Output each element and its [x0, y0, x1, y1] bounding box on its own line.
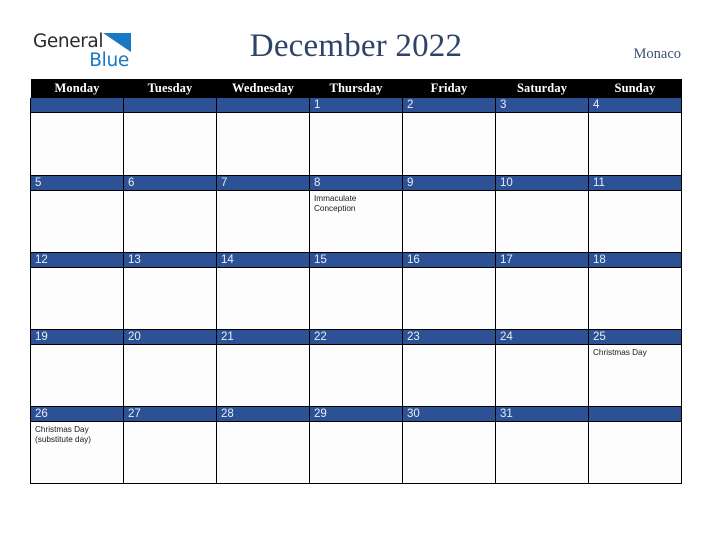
calendar-day-cell[interactable]: [588, 406, 682, 484]
day-number: 21: [217, 329, 309, 345]
calendar-day-cell[interactable]: 8 Immaculate Conception: [309, 175, 403, 253]
page-header: General Blue December 2022 Monaco: [0, 0, 712, 78]
calendar-day-cell[interactable]: 1: [309, 98, 403, 176]
day-number: 29: [310, 406, 402, 422]
calendar-day-cell[interactable]: 27: [123, 406, 217, 484]
region-label: Monaco: [633, 46, 681, 62]
day-number: 2: [403, 98, 495, 113]
calendar-page: General Blue December 2022 Monaco Monday…: [0, 0, 712, 550]
day-number: 11: [589, 175, 681, 191]
day-number: 3: [496, 98, 588, 113]
calendar-day-cell[interactable]: 21: [216, 329, 310, 407]
day-number: 5: [31, 175, 123, 191]
day-number: 18: [589, 252, 681, 268]
weekday-header-thursday: Thursday: [309, 79, 403, 98]
calendar-day-cell[interactable]: 29: [309, 406, 403, 484]
weekday-header-friday: Friday: [402, 79, 496, 98]
day-number: 20: [124, 329, 216, 345]
calendar-day-cell[interactable]: 2: [402, 98, 496, 176]
day-number: 6: [124, 175, 216, 191]
day-number: 31: [496, 406, 588, 422]
calendar-day-cell[interactable]: 31: [495, 406, 589, 484]
day-event-label: Immaculate Conception: [314, 193, 357, 214]
day-number: 24: [496, 329, 588, 345]
calendar-day-cell[interactable]: 10: [495, 175, 589, 253]
weekday-header-wednesday: Wednesday: [216, 79, 310, 98]
day-number: 27: [124, 406, 216, 422]
day-number: 19: [31, 329, 123, 345]
calendar-day-cell[interactable]: 13: [123, 252, 217, 330]
day-number: 25: [589, 329, 681, 345]
calendar-day-cell[interactable]: 26 Christmas Day (substitute day): [30, 406, 124, 484]
calendar-day-cell[interactable]: 20: [123, 329, 217, 407]
day-number: [217, 98, 309, 113]
day-event-label: Christmas Day: [593, 347, 647, 357]
calendar-day-cell[interactable]: 14: [216, 252, 310, 330]
calendar-week-row: 19 20 21 22 23 24 25 Christmas Day: [30, 329, 682, 407]
calendar-day-cell[interactable]: 6: [123, 175, 217, 253]
weekday-header-saturday: Saturday: [495, 79, 589, 98]
calendar-day-cell[interactable]: 9: [402, 175, 496, 253]
calendar-day-cell[interactable]: [30, 98, 124, 176]
day-number: 26: [31, 406, 123, 422]
calendar-day-cell[interactable]: 30: [402, 406, 496, 484]
weekday-header-sunday: Sunday: [588, 79, 682, 98]
day-number: 13: [124, 252, 216, 268]
calendar-day-cell[interactable]: 12: [30, 252, 124, 330]
calendar-day-cell[interactable]: 19: [30, 329, 124, 407]
day-number: 9: [403, 175, 495, 191]
calendar-header-row: Monday Tuesday Wednesday Thursday Friday…: [30, 79, 682, 98]
weekday-header-tuesday: Tuesday: [123, 79, 217, 98]
calendar-day-cell[interactable]: 3: [495, 98, 589, 176]
day-number: [124, 98, 216, 113]
page-title: December 2022: [249, 28, 463, 64]
calendar-week-row: 1234: [30, 98, 682, 176]
day-number: 14: [217, 252, 309, 268]
day-number: 12: [31, 252, 123, 268]
day-number: 4: [589, 98, 681, 113]
calendar-week-row: 12 13 14 15 16 17 18: [30, 252, 682, 330]
day-number: 7: [217, 175, 309, 191]
day-number: [589, 406, 681, 422]
calendar-day-cell[interactable]: 17: [495, 252, 589, 330]
calendar-day-cell[interactable]: 24: [495, 329, 589, 407]
calendar-day-cell[interactable]: 11: [588, 175, 682, 253]
calendar-day-cell[interactable]: [216, 98, 310, 176]
day-number: 30: [403, 406, 495, 422]
day-number: 8: [310, 175, 402, 191]
calendar-day-cell[interactable]: 22: [309, 329, 403, 407]
calendar-week-row: 5 6 7 8 Immaculate Conception 9 10 11: [30, 175, 682, 253]
day-number: 16: [403, 252, 495, 268]
day-number: [31, 98, 123, 113]
calendar-day-cell[interactable]: 16: [402, 252, 496, 330]
day-event-label: Christmas Day (substitute day): [35, 424, 91, 445]
calendar-body: 1 2 3 4 5 6 7 8 Immaculate Conception 9 10 11 12 13 14…: [30, 98, 682, 484]
day-number: 23: [403, 329, 495, 345]
day-number: 1: [310, 98, 402, 113]
day-number: 15: [310, 252, 402, 268]
weekday-header-monday: Monday: [30, 79, 124, 98]
day-number: 22: [310, 329, 402, 345]
calendar-day-cell[interactable]: 5: [30, 175, 124, 253]
day-number: 28: [217, 406, 309, 422]
calendar-day-cell[interactable]: 4: [588, 98, 682, 176]
calendar-day-cell[interactable]: 25 Christmas Day: [588, 329, 682, 407]
day-number: 17: [496, 252, 588, 268]
calendar-day-cell[interactable]: 28: [216, 406, 310, 484]
calendar-day-cell[interactable]: 7: [216, 175, 310, 253]
calendar-day-cell[interactable]: 15: [309, 252, 403, 330]
calendar-day-cell[interactable]: [123, 98, 217, 176]
day-number: 10: [496, 175, 588, 191]
calendar-day-cell[interactable]: 23: [402, 329, 496, 407]
calendar-day-cell[interactable]: 18: [588, 252, 682, 330]
calendar-week-row: 26 Christmas Day (substitute day) 27 28 29 30…: [30, 406, 682, 484]
calendar-grid: Monday Tuesday Wednesday Thursday Friday…: [30, 79, 682, 484]
